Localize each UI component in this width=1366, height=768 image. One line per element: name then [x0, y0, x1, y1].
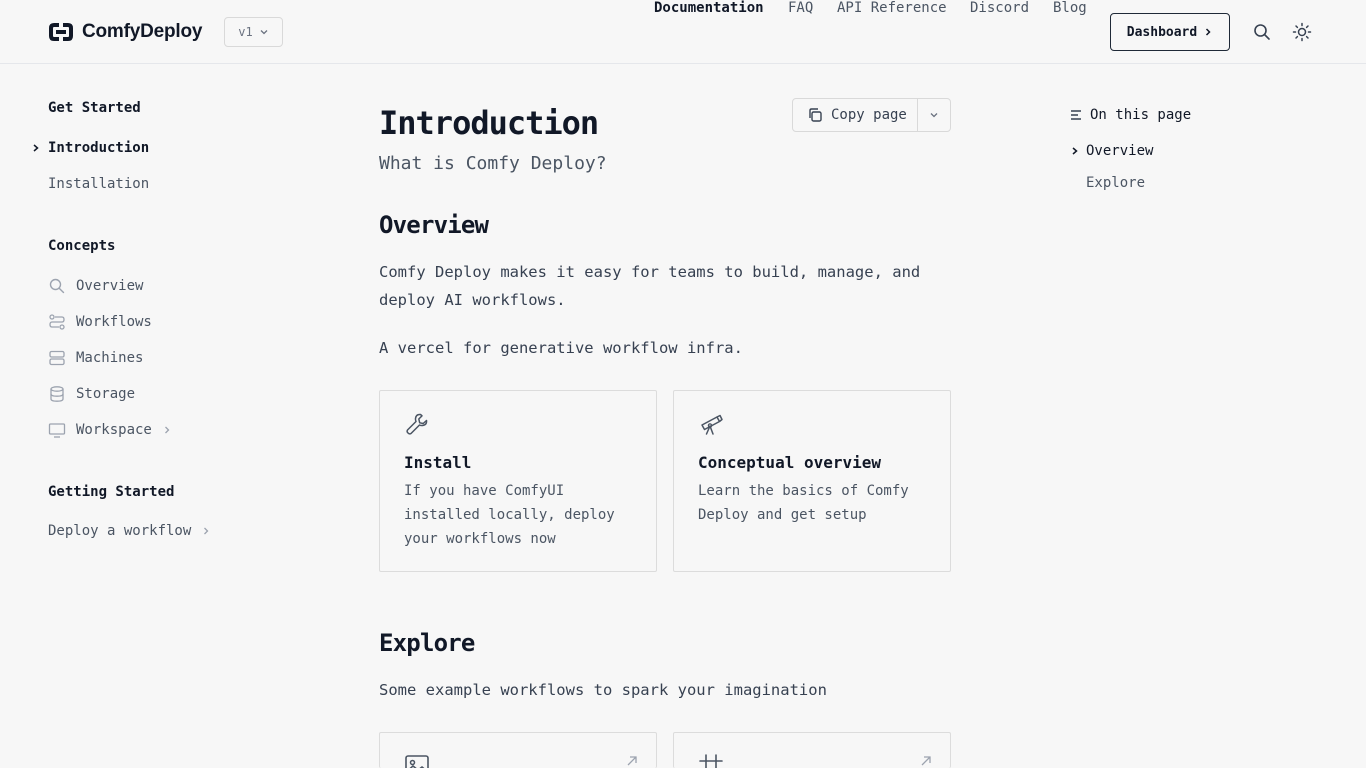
telescope-icon: [701, 414, 723, 435]
sun-icon[interactable]: [1292, 22, 1312, 42]
sidebar-item-workspace[interactable]: Workspace: [48, 421, 172, 439]
overview-tagline: A vercel for generative workflow infra.: [379, 339, 743, 357]
sidebar-item-label: Workflows: [76, 314, 152, 330]
copy-page-control: Copy page: [792, 98, 951, 132]
chevron-right-icon: [33, 144, 39, 152]
nav-blog[interactable]: Blog: [1053, 0, 1087, 16]
top-header: ComfyDeploy v1 Documentation FAQ API Ref…: [0, 0, 1366, 64]
list-icon: [1071, 110, 1081, 120]
sidebar-item-label: Machines: [76, 350, 144, 366]
sidebar-heading-concepts: Concepts: [48, 238, 116, 254]
workflow-icon: [49, 314, 65, 330]
arrow-up-right-icon: [627, 756, 637, 766]
server-icon: [49, 350, 65, 366]
toc-title: On this page: [1070, 107, 1191, 123]
page-subtitle: What is Comfy Deploy?: [379, 153, 607, 174]
sidebar-heading-getting-started: Getting Started: [48, 484, 175, 500]
toc-item-explore[interactable]: Explore: [1086, 175, 1145, 191]
sidebar-item-overview[interactable]: Overview: [48, 277, 143, 295]
arrow-up-right-icon: [921, 756, 931, 766]
card-title: Install: [404, 453, 472, 472]
card-conceptual-overview[interactable]: Conceptual overview Learn the basics of …: [673, 390, 951, 572]
chevron-down-icon: [260, 30, 268, 35]
nav-discord[interactable]: Discord: [970, 0, 1029, 16]
monitor-icon: [48, 423, 66, 438]
sidebar-item-installation[interactable]: Installation: [48, 176, 149, 192]
card-explore-image[interactable]: [379, 732, 657, 768]
section-heading-explore: Explore: [379, 629, 475, 657]
nav-documentation[interactable]: Documentation: [654, 0, 764, 16]
database-icon: [50, 386, 64, 402]
image-icon: [405, 755, 429, 768]
sidebar-item-label: Installation: [48, 176, 150, 192]
sidebar-item-label: Workspace: [76, 422, 152, 438]
card-title: Conceptual overview: [698, 453, 882, 472]
chevron-down-icon: [930, 113, 938, 118]
section-heading-overview: Overview: [379, 211, 489, 239]
copy-icon: [809, 108, 822, 122]
chevron-right-icon: [204, 527, 209, 535]
search-icon: [49, 278, 65, 294]
wrench-icon: [406, 413, 428, 435]
explore-paragraph: Some example workflows to spark your ima…: [379, 681, 827, 699]
overview-paragraph: Comfy Deploy makes it easy for teams to …: [379, 263, 921, 309]
chevron-right-icon: [1206, 28, 1211, 36]
toc-item-overview[interactable]: Overview: [1070, 143, 1153, 159]
toc-item-label: Overview: [1086, 143, 1154, 159]
nav-api-reference[interactable]: API Reference: [837, 0, 947, 16]
copy-page-label: Copy page: [831, 107, 907, 123]
nav-faq[interactable]: FAQ: [788, 0, 813, 16]
card-explore-frame[interactable]: [673, 732, 951, 768]
dashboard-label: Dashboard: [1126, 24, 1198, 40]
toc-item-label: Explore: [1086, 175, 1146, 191]
version-label: v1: [238, 25, 253, 39]
copy-options-dropdown[interactable]: [918, 99, 950, 131]
sidebar-heading-get-started: Get Started: [48, 100, 141, 116]
sidebar-item-label: Deploy a workflow: [48, 523, 192, 539]
sidebar-item-label: Storage: [76, 386, 136, 402]
card-description: If you have ComfyUI installed locally, d…: [404, 483, 615, 547]
frame-icon: [699, 754, 723, 768]
toc-title-label: On this page: [1090, 107, 1192, 123]
dashboard-button[interactable]: Dashboard: [1110, 13, 1230, 51]
comfydeploy-logo-icon: [49, 23, 73, 41]
chevron-right-icon: [1072, 147, 1078, 155]
sidebar-item-storage[interactable]: Storage: [48, 385, 135, 403]
copy-page-button[interactable]: Copy page: [793, 99, 918, 131]
chevron-right-icon: [164, 426, 170, 434]
version-select[interactable]: v1: [224, 17, 283, 47]
sidebar-item-workflows[interactable]: Workflows: [48, 313, 152, 331]
search-icon[interactable]: [1252, 22, 1272, 42]
logo[interactable]: ComfyDeploy: [48, 20, 202, 44]
page-title: Introduction: [379, 104, 599, 142]
card-description: Learn the basics of Comfy Deploy and get…: [698, 483, 909, 523]
sidebar-item-label: Introduction: [48, 140, 150, 156]
sidebar-item-deploy-a-workflow[interactable]: Deploy a workflow: [48, 523, 211, 539]
sidebar-item-machines[interactable]: Machines: [48, 349, 143, 367]
sidebar-item-introduction[interactable]: Introduction: [48, 140, 149, 156]
sidebar-item-label: Overview: [76, 278, 144, 294]
brand-name: ComfyDeploy: [82, 21, 203, 42]
card-install[interactable]: Install If you have ComfyUI installed lo…: [379, 390, 657, 572]
